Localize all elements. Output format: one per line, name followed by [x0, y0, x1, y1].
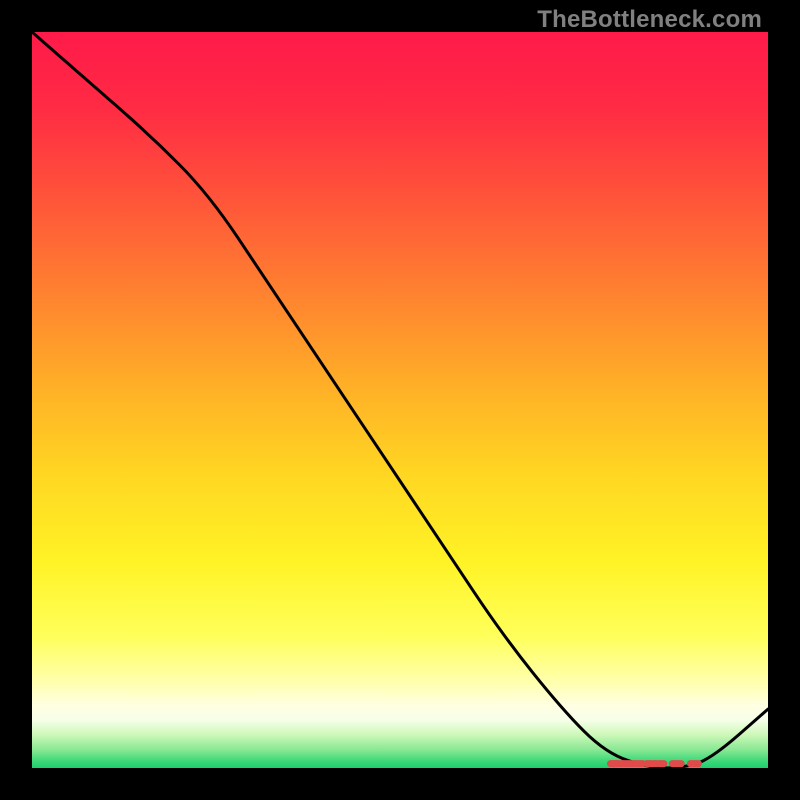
gradient-background: [32, 32, 768, 768]
plot-area: [32, 32, 768, 768]
watermark-text: TheBottleneck.com: [537, 6, 762, 34]
chart-frame: { "watermark": "TheBottleneck.com", "gra…: [0, 0, 800, 800]
